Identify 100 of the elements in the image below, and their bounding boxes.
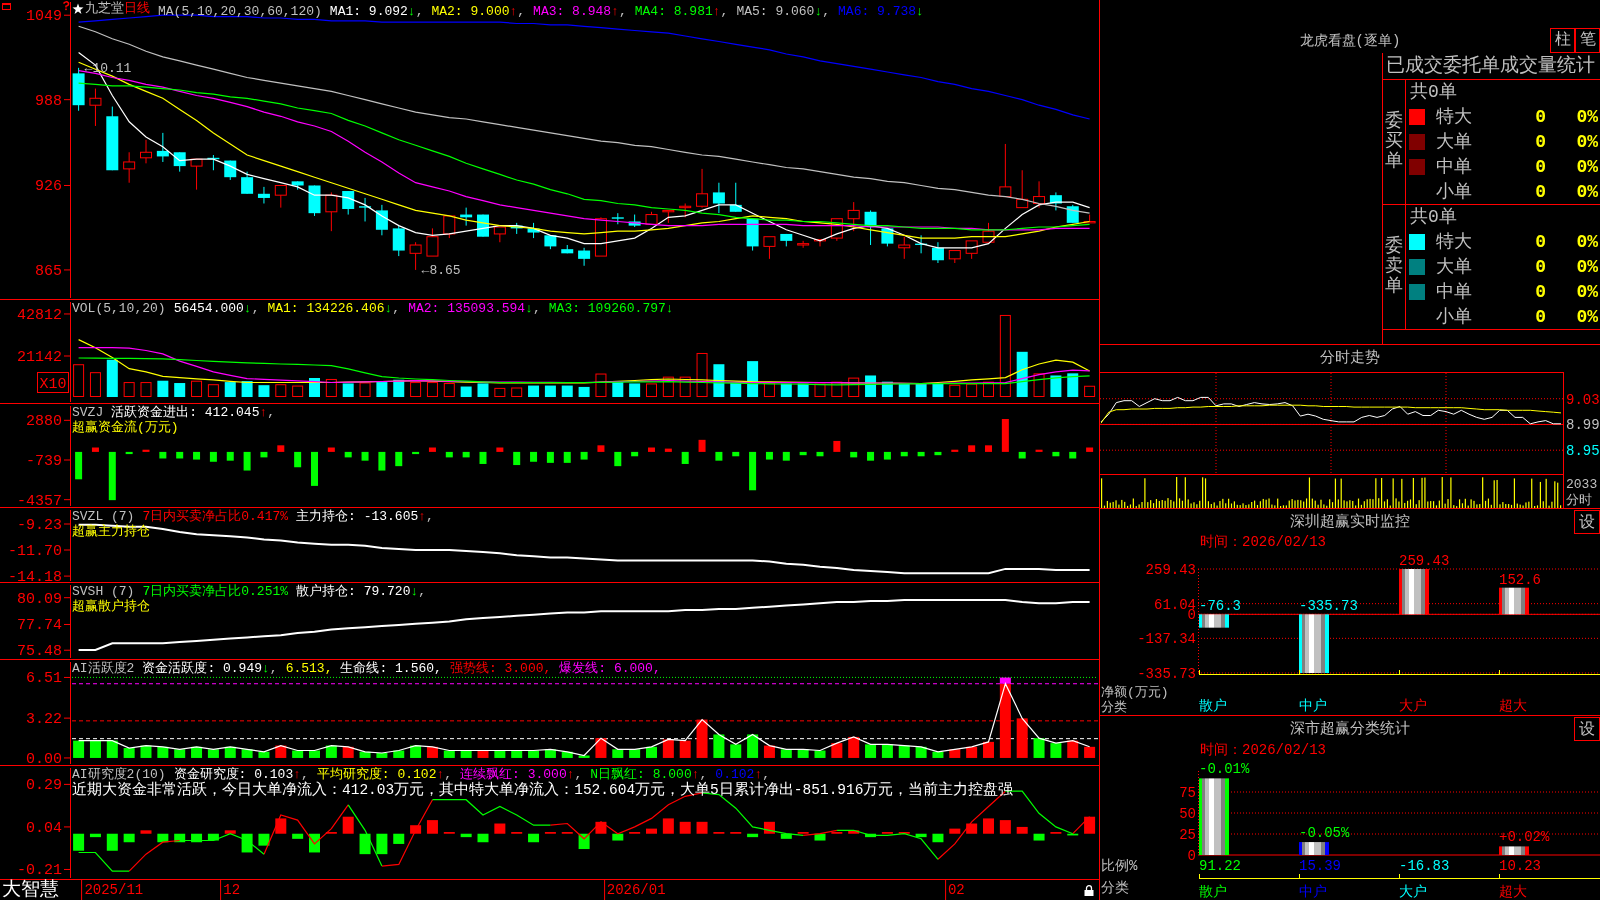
indicator-value: 主力持仓: -13.605↑, [296, 509, 434, 524]
order-count: 0 [1535, 180, 1547, 203]
stock-name: 九芝堂 [85, 1, 124, 16]
axis-label: 865 [35, 262, 62, 280]
value-label: 91.22 [1199, 858, 1241, 874]
axis-label: 9.03 [1566, 391, 1600, 408]
order-count: 0 [1535, 106, 1547, 129]
axis-label: 75.48 [17, 643, 62, 659]
indicator-value: MA2: 9.000↑, [431, 3, 526, 19]
axis-label: 25 [1179, 827, 1196, 843]
axis-label: -0.21 [17, 862, 62, 879]
order-share: 0% [1576, 305, 1599, 328]
panel-title: 深圳超赢实时监控 [1290, 513, 1410, 531]
axis-label: -14.18 [8, 569, 62, 582]
axis-label: -137.34 [1137, 631, 1196, 648]
order-size-label: 中单 [1435, 155, 1472, 178]
indicator-value: 资金活跃度: 0.949↓, [142, 661, 278, 676]
order-share: 0% [1576, 231, 1599, 254]
indicator-value: MA5: 9.060↓, [736, 3, 831, 19]
axis-title: 净额(万元) [1101, 685, 1169, 700]
indicator-value: MA1: 134226.406↓, [267, 301, 401, 316]
date-label: 2026/01 [603, 880, 666, 900]
axis-label: 3.22 [26, 711, 62, 729]
unit-label: X10 [37, 372, 69, 393]
indicator-value: MA6: 9.738↓ [838, 3, 924, 19]
time-label: 时间：2026/02/13 [1200, 743, 1326, 757]
category-label: 超大 [1499, 698, 1527, 714]
indicator-name: AI研究度2(10) [72, 767, 166, 782]
date-label: 2025/11 [81, 880, 144, 900]
indicator-value: 连续飘红: 3.000↑, [460, 767, 583, 782]
indicator-value: 散户持仓: 79.720↓, [296, 584, 427, 599]
indicator-value: 平均研究度: 0.102↑, [316, 767, 453, 782]
period-label: 日线 [124, 1, 150, 16]
value-label: -335.73 [1299, 598, 1358, 615]
indicator-value: 资金研究度: 0.103↑, [173, 767, 309, 782]
indicator-title: 超赢主力持仓 [72, 524, 150, 540]
indicator-value: MA3: 109260.797↓ [548, 301, 674, 316]
axis-label: 50 [1179, 806, 1196, 822]
indicator-value: 7日内买卖净占比0.417% [142, 509, 289, 524]
indicator-value: MA1: 9.092↓, [329, 3, 424, 19]
order-size-label: 小单 [1435, 180, 1472, 203]
order-share: 0% [1576, 106, 1599, 129]
panel-title: 分时走势 [1320, 350, 1380, 367]
axis-label: 988 [35, 92, 62, 110]
axis-label: 42812 [17, 306, 62, 324]
scale-label: 2033 [1566, 477, 1598, 492]
order-size-label: 中单 [1435, 280, 1472, 303]
axis-label: 0.29 [26, 777, 62, 795]
order-count: 0 [1535, 256, 1547, 278]
order-count: 0 [1535, 280, 1547, 303]
indicator-name: MA(5,10,20,30,60,120) [158, 3, 322, 19]
panel-title: 龙虎看盘(逐单) [1299, 32, 1401, 49]
value-label: -76.3 [1199, 598, 1241, 615]
axis-label: 21142 [17, 349, 62, 366]
order-share: 0% [1576, 256, 1599, 278]
order-size-label: 小单 [1435, 305, 1472, 328]
category-label: 大户 [1399, 884, 1427, 900]
indicator-value: 生命线: 1.560, [340, 661, 442, 676]
axis-title: 比例% [1101, 858, 1138, 874]
change-label: -0.01% [1199, 761, 1250, 778]
order-total: 共0单 [1410, 206, 1457, 229]
category-label: 散户 [1199, 884, 1227, 900]
category-label: 超大 [1499, 884, 1527, 900]
axis-label: 75 [1179, 785, 1196, 801]
axis-title: 分时 [1566, 493, 1592, 508]
indicator-value: 爆发线: 6.000, [559, 661, 661, 676]
value-label: 259.43 [1399, 553, 1450, 569]
side-label: 委买单 [1385, 112, 1403, 172]
table-title: 已成交委托单成交量统计 [1383, 53, 1600, 80]
indicator-title: 超赢资金流(万元) [72, 420, 179, 436]
order-count: 0 [1535, 231, 1547, 254]
time-label: 时间：2026/02/13 [1200, 535, 1326, 549]
axis-label: 0.04 [26, 819, 62, 837]
indicator-name: SVZL (7) [72, 509, 135, 524]
order-count: 0 [1535, 155, 1547, 178]
order-size-label: 特大 [1435, 106, 1472, 129]
panel-title: 深市超赢分类统计 [1290, 720, 1410, 738]
order-size-label: 特大 [1435, 231, 1472, 254]
axis-label: 2880 [26, 413, 62, 431]
axis-label: 1049 [26, 8, 62, 26]
category-label: 大户 [1399, 698, 1427, 714]
axis-label: 77.74 [17, 617, 62, 635]
order-count: 0 [1535, 305, 1547, 328]
indicator-value: 7日内买卖净占比0.251% [142, 584, 289, 599]
order-share: 0% [1576, 131, 1599, 153]
axis-label: 6.51 [26, 670, 62, 688]
axis-label: 80.09 [17, 590, 62, 608]
axis-title: 分类 [1101, 880, 1129, 896]
indicator-name: SVSH (7) [72, 584, 135, 599]
axis-label: 8.95 [1566, 443, 1600, 460]
indicator-value: 活跃资金进出: 412.045↑, [111, 405, 276, 420]
axis-title: 分类 [1101, 700, 1127, 715]
order-share: 0% [1576, 180, 1599, 203]
indicator-title: 超赢散户持仓 [72, 599, 150, 615]
date-label: 12 [220, 880, 241, 900]
axis-label: 259.43 [1145, 562, 1196, 578]
axis-label: -4357 [17, 492, 62, 507]
category-label: 散户 [1199, 698, 1227, 714]
axis-label: -739 [26, 453, 62, 470]
axis-label: -11.70 [8, 543, 62, 560]
